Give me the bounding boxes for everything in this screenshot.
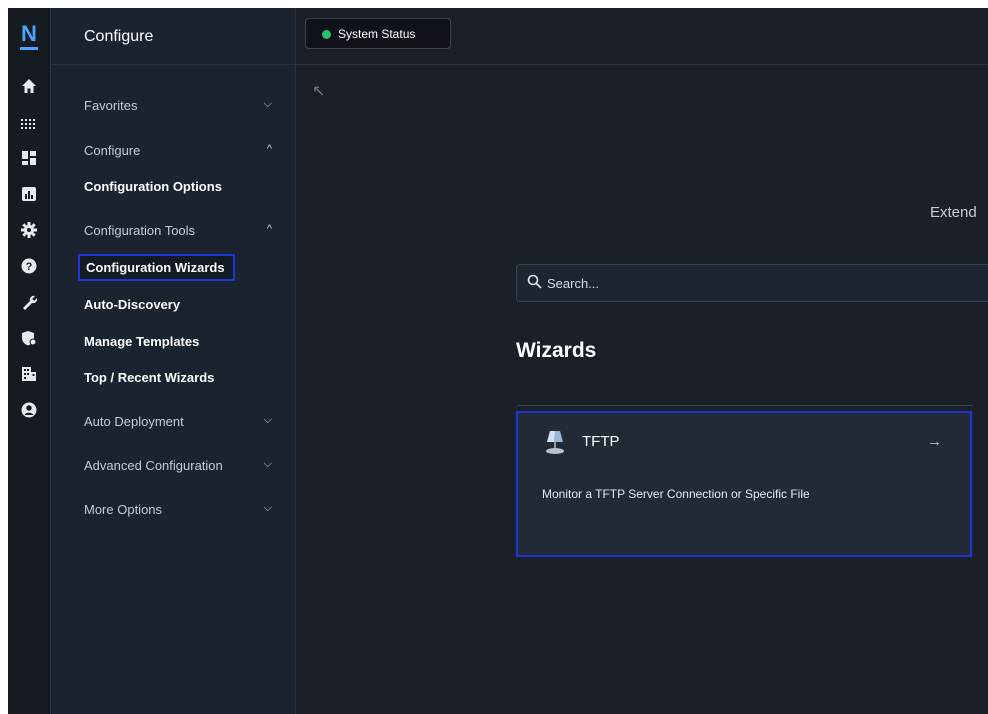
section-advanced-configuration[interactable]: Advanced Configuration ⌵ (84, 458, 272, 473)
sidebar-header: Configure (51, 8, 295, 65)
search-input[interactable]: Search... (516, 264, 988, 302)
section-label: Advanced Configuration (84, 458, 223, 473)
section-configure[interactable]: Configure ^ (84, 143, 272, 158)
sidebar-item-top-recent-wizards[interactable]: Top / Recent Wizards (84, 370, 214, 385)
status-dot-icon (322, 30, 331, 39)
section-label: Configuration Tools (84, 223, 196, 238)
configure-sidebar: Configure Favorites ⌵ Configure ^ Config… (51, 8, 296, 714)
chevron-down-icon: ⌵ (263, 458, 272, 470)
chevron-down-icon: ⌵ (263, 502, 272, 514)
app-logo[interactable]: N (16, 22, 42, 50)
section-label: Configure (84, 143, 141, 158)
chevron-up-icon: ^ (266, 143, 272, 155)
sidebar-item-configuration-options[interactable]: Configuration Options (84, 179, 222, 194)
chevron-up-icon: ^ (266, 223, 272, 235)
home-icon[interactable] (14, 78, 44, 102)
section-more-options[interactable]: More Options ⌵ (84, 502, 272, 517)
grid-icon[interactable] (14, 114, 44, 138)
system-status-button[interactable]: System Status (305, 18, 451, 49)
section-favorites[interactable]: Favorites ⌵ (84, 98, 272, 113)
section-label: More Options (84, 502, 163, 517)
search-icon (527, 274, 542, 293)
extend-heading: Extend (930, 204, 977, 221)
section-configuration-tools[interactable]: Configuration Tools ^ (84, 223, 272, 238)
section-auto-deployment[interactable]: Auto Deployment ⌵ (84, 414, 272, 429)
collapse-arrow-icon[interactable]: ↖ (312, 81, 325, 101)
sidebar-item-configuration-wizards[interactable]: Configuration Wizards (78, 254, 235, 281)
dashboard-icon[interactable] (14, 150, 44, 174)
card-title: TFTP (582, 433, 620, 450)
system-status-label: System Status (338, 27, 416, 41)
svg-text:?: ? (26, 261, 33, 273)
chevron-down-icon: ⌵ (263, 414, 272, 426)
user-icon[interactable] (14, 402, 44, 426)
section-label: Auto Deployment (84, 414, 184, 429)
sidebar-title: Configure (84, 28, 154, 45)
icon-rail: N ? (8, 8, 51, 714)
help-icon[interactable]: ? (14, 258, 44, 282)
app-window: N ? Configure Favorites ⌵ Configure ^ Co… (8, 8, 988, 714)
card-description: Monitor a TFTP Server Connection or Spec… (542, 487, 810, 501)
wizards-heading: Wizards (516, 339, 597, 362)
search-placeholder: Search... (547, 276, 600, 291)
sidebar-item-manage-templates[interactable]: Manage Templates (84, 334, 199, 349)
main-content: ↖ Extend Search... Wizards TFTP → Monito… (296, 65, 988, 714)
shield-icon[interactable] (14, 330, 44, 354)
building-icon[interactable] (14, 366, 44, 390)
arrow-right-icon[interactable]: → (927, 433, 942, 450)
sidebar-item-auto-discovery[interactable]: Auto-Discovery (84, 297, 180, 312)
wrench-icon[interactable] (14, 294, 44, 318)
tftp-wizard-icon (542, 429, 568, 455)
section-label: Favorites (84, 98, 138, 113)
chevron-down-icon: ⌵ (263, 98, 272, 110)
reports-icon[interactable] (14, 186, 44, 210)
top-bar: System Status (296, 8, 988, 65)
gear-icon[interactable] (14, 222, 44, 246)
wizard-card-tftp[interactable]: TFTP → Monitor a TFTP Server Connection … (516, 411, 972, 557)
